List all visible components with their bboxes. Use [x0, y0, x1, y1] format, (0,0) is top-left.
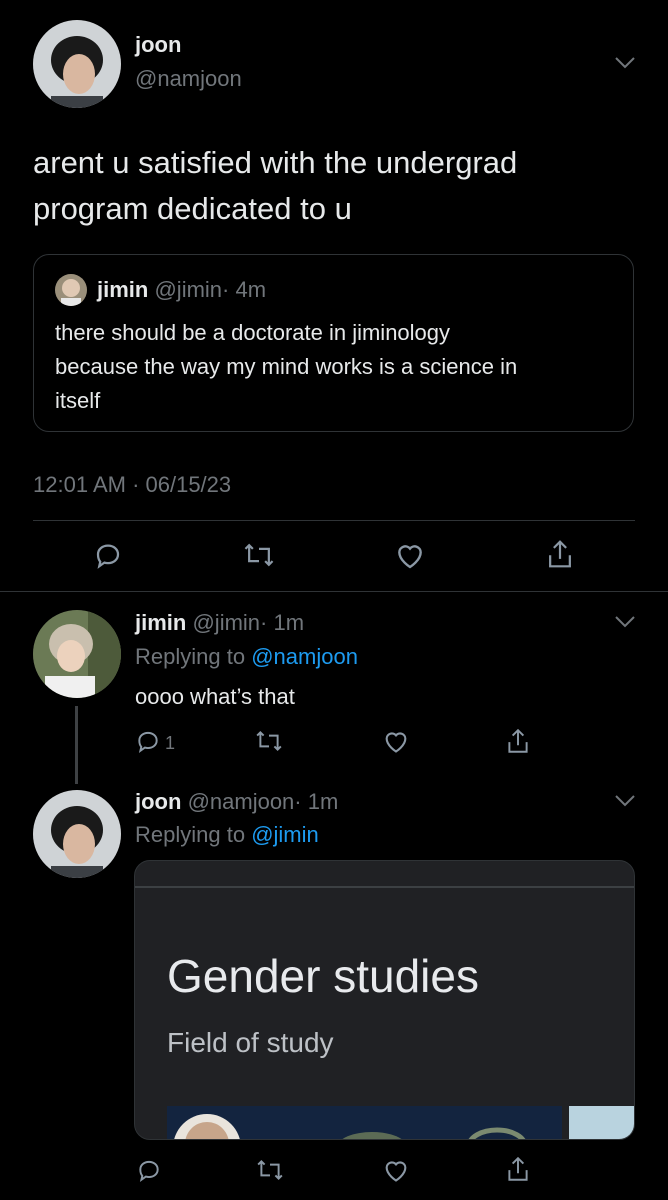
- image-photo-side: [569, 1106, 634, 1139]
- quote-time: 4m: [235, 277, 267, 302]
- reply-icon[interactable]: [135, 728, 161, 754]
- reply1-separator: ·: [260, 610, 268, 635]
- main-tweet-text: arent u satisfied with the undergrad pro…: [33, 140, 517, 232]
- reply-icon[interactable]: [136, 1157, 162, 1183]
- main-tweet-divider: [0, 591, 668, 592]
- reply2-replying-to: Replying to @jimin: [135, 822, 319, 848]
- like-icon[interactable]: [394, 540, 426, 570]
- share-icon[interactable]: [505, 727, 531, 755]
- attached-image[interactable]: Gender studies Field of study: [134, 860, 635, 1140]
- quote-handle: @jimin: [154, 277, 223, 302]
- quote-text-line1: there should be a doctorate in jiminolog…: [55, 320, 451, 345]
- quote-text-line2: because the way my mind works is a scien…: [55, 354, 518, 379]
- retweet-icon[interactable]: [243, 540, 275, 570]
- avatar-jimin-quote: [55, 274, 87, 306]
- reply1-reply-count: 1: [165, 733, 176, 753]
- like-icon[interactable]: [382, 1157, 410, 1183]
- reply1-replying-prefix: Replying to: [135, 644, 246, 669]
- reply2-replying-link[interactable]: @jimin: [251, 822, 319, 847]
- main-tweet-text-line2: program dedicated to u: [33, 191, 352, 226]
- avatar-jimin-reply[interactable]: [33, 610, 121, 698]
- image-top-rule: [135, 886, 634, 888]
- retweet-icon[interactable]: [255, 728, 283, 754]
- share-icon[interactable]: [545, 538, 575, 570]
- reply2-display-name[interactable]: joon: [135, 789, 181, 814]
- reply2-separator: ·: [294, 789, 302, 814]
- reply1-header: jimin @jimin· 1m: [135, 610, 304, 636]
- main-timestamp[interactable]: 12:01 AM · 06/15/23: [33, 472, 231, 498]
- chevron-down-icon[interactable]: [614, 794, 636, 808]
- chevron-down-icon[interactable]: [614, 615, 636, 629]
- thread-line: [75, 706, 78, 784]
- reply2-replying-prefix: Replying to: [135, 822, 246, 847]
- reply2-time: 1m: [307, 789, 339, 814]
- retweet-icon[interactable]: [256, 1157, 284, 1183]
- card-subtitle: Field of study: [167, 1027, 334, 1058]
- main-tweet-text-line1: arent u satisfied with the undergrad: [33, 145, 518, 180]
- reply1-replying-to: Replying to @namjoon: [135, 644, 358, 670]
- reply-icon[interactable]: [93, 540, 123, 570]
- reply1-time: 1m: [273, 610, 305, 635]
- share-icon[interactable]: [505, 1155, 531, 1183]
- reply1-replying-link[interactable]: @namjoon: [251, 644, 358, 669]
- reply1-display-name[interactable]: jimin: [135, 610, 186, 635]
- image-photo-strip: [167, 1106, 562, 1139]
- avatar-joon-reply[interactable]: [33, 790, 121, 878]
- avatar-joon-main[interactable]: [33, 20, 121, 108]
- quote-display-name: jimin: [97, 277, 149, 302]
- quote-header: jimin @jimin· 4m: [97, 277, 266, 303]
- main-handle[interactable]: @namjoon: [135, 66, 242, 92]
- reply1-text: oooo what’s that: [135, 684, 295, 709]
- like-icon[interactable]: [382, 728, 410, 754]
- main-actions-divider: [33, 520, 635, 521]
- reply2-header: joon @namjoon· 1m: [135, 789, 338, 815]
- main-display-name[interactable]: joon: [135, 32, 181, 58]
- chevron-down-icon[interactable]: [614, 56, 636, 70]
- card-title: Gender studies: [167, 950, 479, 1002]
- reply1-handle[interactable]: @jimin: [192, 610, 260, 635]
- quote-text: there should be a doctorate in jiminolog…: [55, 316, 517, 418]
- reply2-handle[interactable]: @namjoon: [188, 789, 295, 814]
- quote-separator: ·: [222, 277, 230, 302]
- quote-text-line3: itself: [55, 388, 101, 413]
